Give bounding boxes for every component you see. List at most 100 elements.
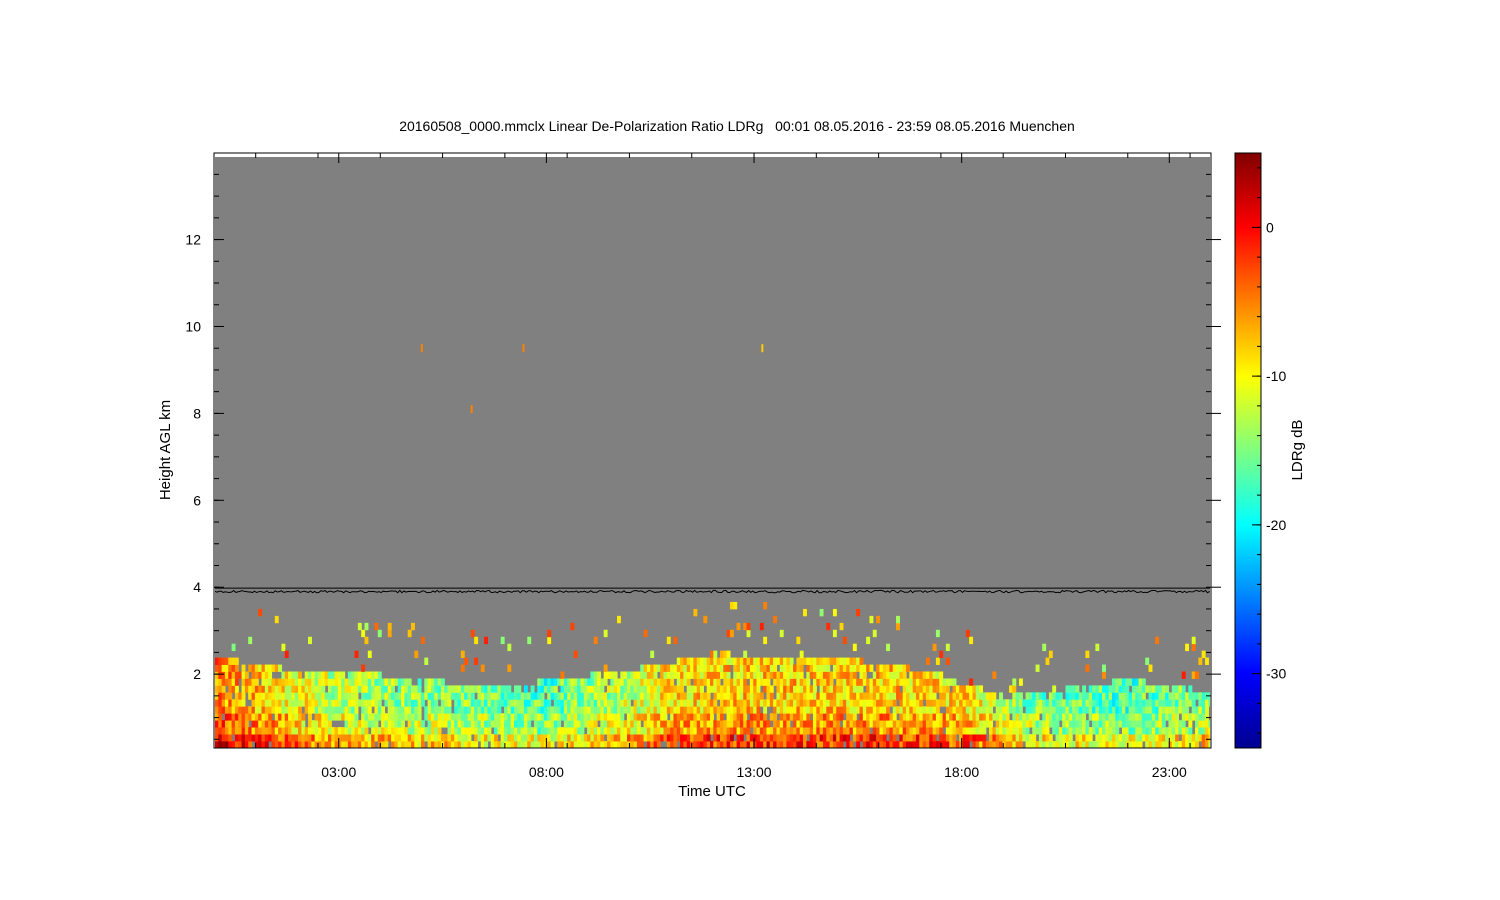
heatmap-cell <box>1205 706 1209 714</box>
heatmap-cell <box>939 650 944 659</box>
heatmap-cell <box>527 720 532 728</box>
heatmap-cell <box>354 692 359 700</box>
heatmap-cell <box>799 671 804 679</box>
heatmap-cell <box>733 601 738 610</box>
heatmap-cell <box>1018 741 1023 748</box>
heatmap-cell <box>852 643 857 652</box>
heatmap-cell <box>1181 720 1186 728</box>
heatmap-cell <box>354 713 359 721</box>
heatmap-cell <box>1012 678 1017 686</box>
heatmap-cell <box>530 685 535 693</box>
heatmap-cell <box>806 713 811 721</box>
heatmap-cell <box>384 741 389 748</box>
heatmap-cell <box>989 720 993 728</box>
heatmap-cell <box>550 741 555 748</box>
heatmap-cell <box>1148 664 1153 672</box>
heatmap-cell <box>680 685 685 693</box>
heatmap-cell <box>1205 713 1209 721</box>
heatmap-cell <box>573 650 578 659</box>
heatmap-cell <box>1052 685 1057 693</box>
heatmap-cell <box>726 671 731 679</box>
x-tick-label: 03:00 <box>321 764 356 780</box>
heatmap-cell <box>1048 734 1053 742</box>
heatmap-cell <box>417 706 422 714</box>
heatmap-cell <box>763 706 768 714</box>
heatmap-cell <box>796 636 801 645</box>
heatmap-cell <box>866 636 871 645</box>
heatmap-cell <box>686 678 691 686</box>
heatmap-cell <box>979 685 984 693</box>
heatmap-cell <box>367 650 372 659</box>
heatmap-cell <box>836 720 841 728</box>
heatmap-cell <box>308 713 312 721</box>
heatmap-cell <box>460 664 465 672</box>
heatmap-cell <box>729 629 734 638</box>
heatmap-cell <box>846 734 851 742</box>
heatmap-cell <box>856 608 861 617</box>
heatmap-cell <box>839 622 844 631</box>
heatmap-cell <box>902 671 907 679</box>
heatmap-cell <box>1095 643 1100 652</box>
heatmap-cell <box>597 671 601 679</box>
heatmap-cell <box>925 657 930 665</box>
heatmap-cell <box>1191 643 1196 652</box>
heatmap-cell <box>673 741 678 748</box>
heatmap-cell <box>1191 636 1196 645</box>
heatmap-cell <box>819 608 824 617</box>
heatmap-cell <box>464 657 469 665</box>
heatmap-cell <box>298 706 302 714</box>
heatmap-cell <box>234 678 239 686</box>
heatmap-cell <box>361 664 366 672</box>
colorbar-tick-label: 0 <box>1266 219 1274 235</box>
heatmap-cell <box>939 671 944 679</box>
heatmap-cell <box>1205 657 1209 665</box>
heatmap-cell <box>447 706 452 714</box>
heatmap-cell <box>965 741 970 748</box>
heatmap-cell <box>939 727 944 735</box>
heatmap-cell <box>935 706 940 714</box>
heatmap-cell <box>371 741 376 748</box>
heatmap-cell <box>1102 664 1106 672</box>
heatmap-cell <box>603 664 608 672</box>
heatmap-cell <box>284 650 289 659</box>
colorbar-label: LDRg dB <box>1289 420 1306 481</box>
heatmap-cell <box>1125 685 1130 693</box>
colorbar <box>1234 152 1262 749</box>
heatmap-cell <box>278 664 283 672</box>
heatmap-cell <box>1085 650 1090 659</box>
heatmap-cell <box>401 720 405 728</box>
heatmap-cell <box>829 678 834 686</box>
heatmap-cell <box>773 664 778 672</box>
heatmap-cell <box>799 664 804 672</box>
heatmap-cell <box>470 692 475 700</box>
heatmap-cell <box>945 685 950 693</box>
heatmap-cell <box>1048 650 1053 659</box>
heatmap-cell <box>763 601 768 610</box>
heatmap-cell <box>494 734 498 742</box>
heatmap-cell <box>932 734 937 742</box>
heatmap-cell <box>1058 692 1063 700</box>
heatmap-cell <box>626 699 631 707</box>
heatmap-cell <box>1138 741 1143 748</box>
heatmap-cell <box>826 664 831 672</box>
heatmap-cell <box>876 615 881 624</box>
heatmap-cell <box>593 636 598 645</box>
y-tick-label: 2 <box>193 666 201 682</box>
heatmap-cell <box>713 650 718 659</box>
heatmap-cell <box>301 720 306 728</box>
heatmap-cell <box>743 678 748 686</box>
heatmap-cell <box>799 650 804 659</box>
heatmap-cell <box>932 643 937 652</box>
heatmap-cell <box>673 636 678 645</box>
heatmap-cell <box>248 741 253 748</box>
heatmap-cell <box>407 678 412 686</box>
heatmap-cell <box>746 629 751 638</box>
heatmap-cell <box>218 713 223 721</box>
heatmap-cell <box>803 734 807 742</box>
heatmap-cell <box>706 692 711 700</box>
heatmap-cell <box>919 699 924 707</box>
heatmap-cell <box>989 706 993 714</box>
heatmap-cell <box>666 636 671 645</box>
colorbar-tick-label: -20 <box>1266 517 1286 533</box>
heatmap-cell <box>460 650 465 659</box>
